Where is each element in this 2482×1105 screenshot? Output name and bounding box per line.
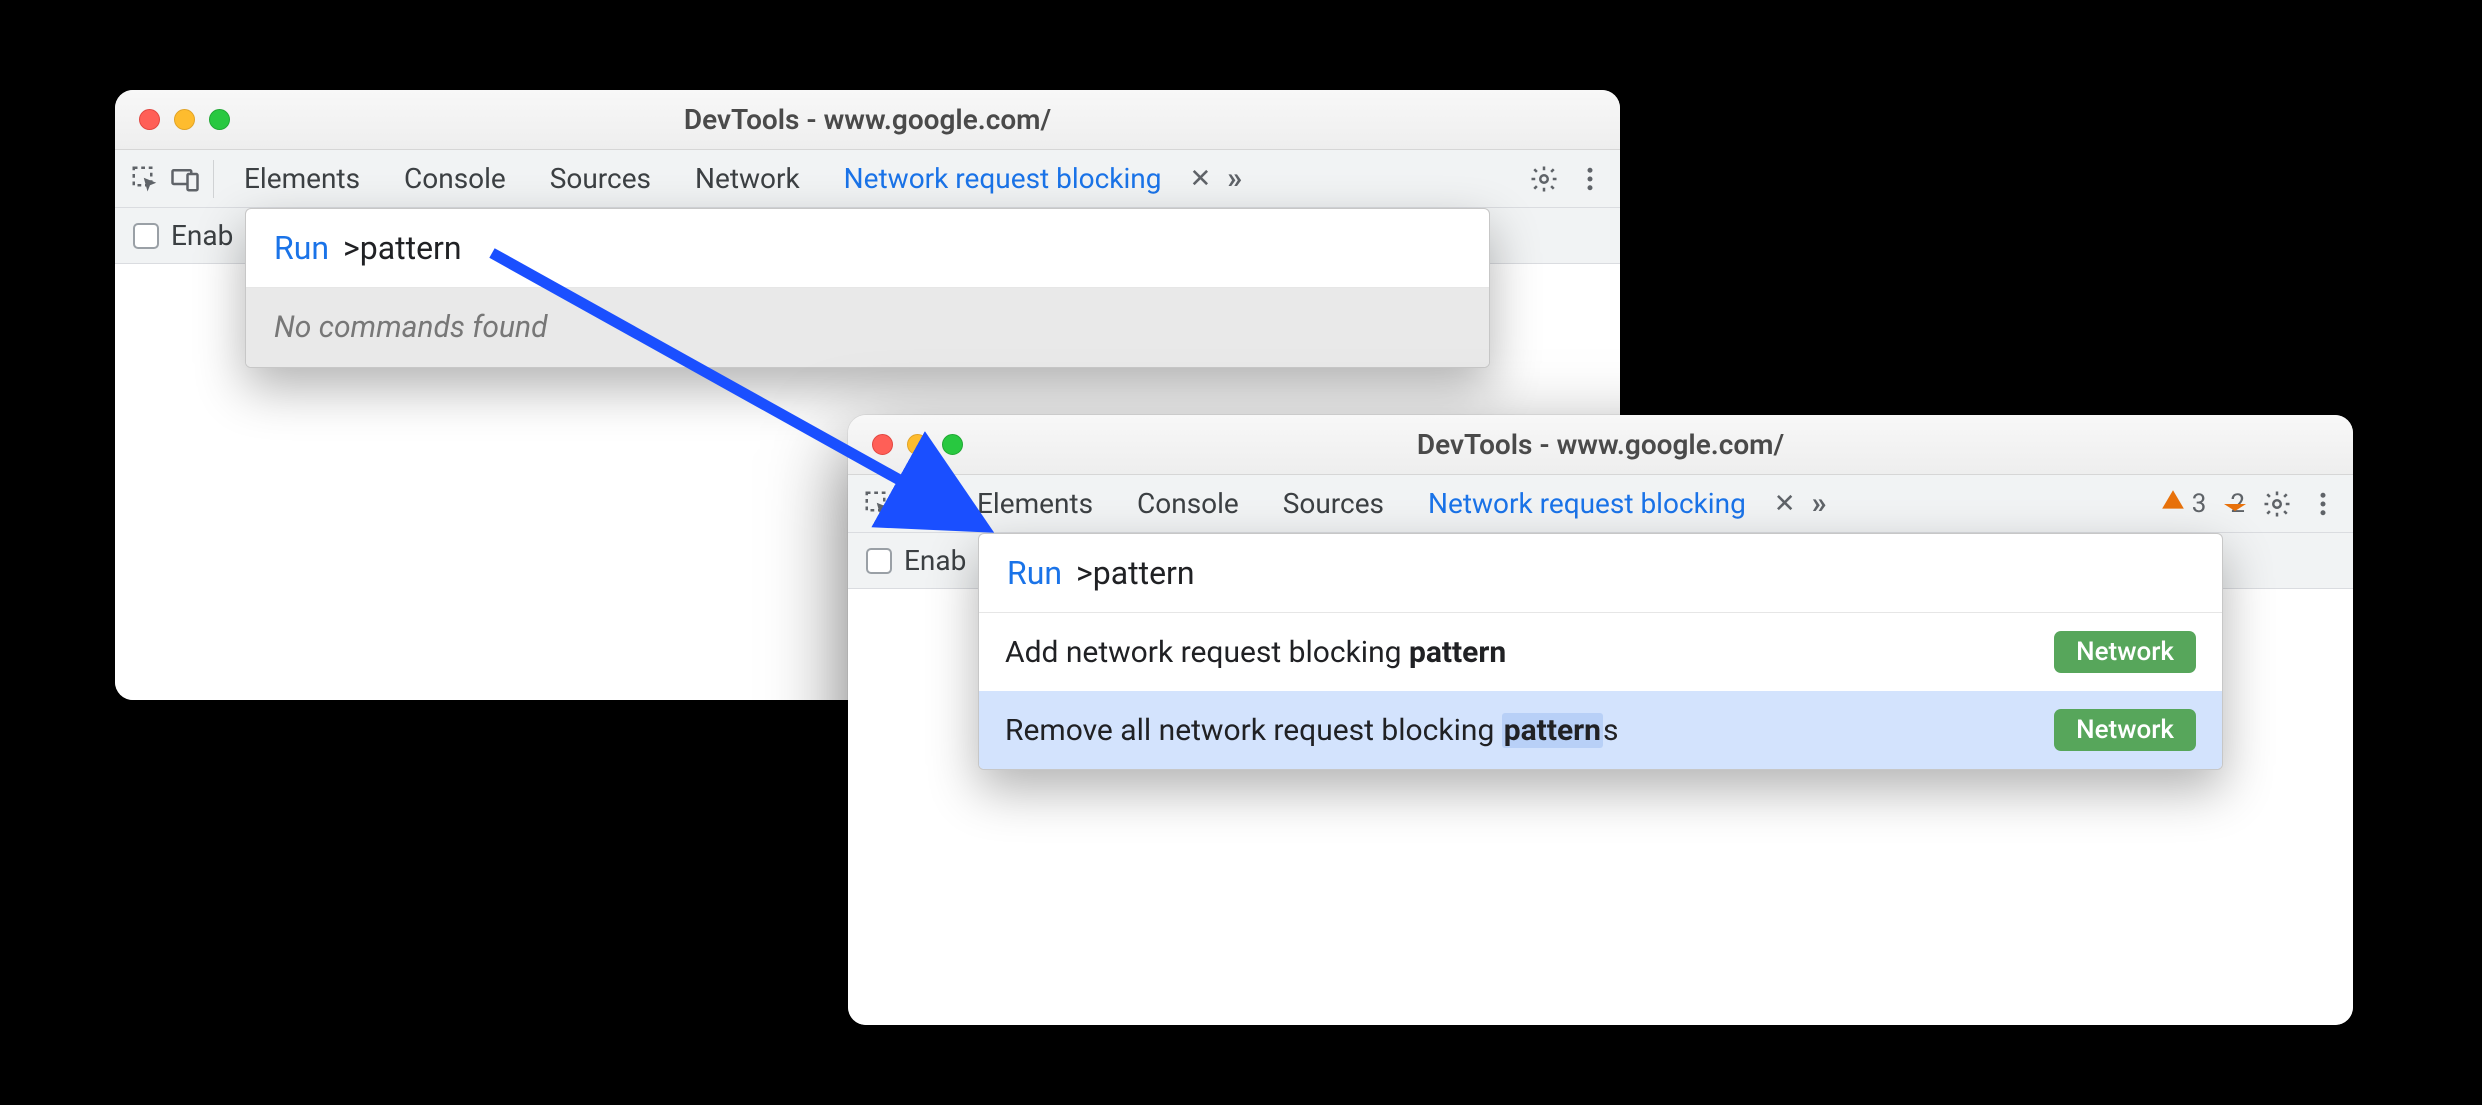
minimize-window-button[interactable] [907,434,928,455]
devtools-window-after: DevTools - www.google.com/ Elements Cons… [848,415,2353,1025]
zoom-window-button[interactable] [942,434,963,455]
tab-console[interactable]: Console [1115,475,1261,532]
tab-sources[interactable]: Sources [1261,475,1406,532]
window-title: DevTools - www.google.com/ [848,428,2353,461]
more-tabs-icon[interactable]: » [1217,161,1249,196]
command-palette: Run >pattern No commands found [245,208,1490,368]
tab-network-request-blocking[interactable]: Network request blocking [1406,475,1768,532]
devtools-toolbar: Elements Console Sources Network Network… [115,150,1620,208]
command-palette-input[interactable]: Run >pattern [979,534,2222,612]
kebab-menu-icon[interactable] [2303,484,2343,524]
command-item-remove-all-patterns[interactable]: Remove all network request blocking patt… [979,691,2222,769]
device-toggle-icon[interactable] [898,484,938,524]
tab-network[interactable]: Network [673,150,822,207]
enable-blocking-checkbox[interactable] [133,223,159,249]
device-toggle-icon[interactable] [165,159,205,199]
separator [946,485,947,523]
titlebar: DevTools - www.google.com/ [848,415,2353,475]
command-palette-input[interactable]: Run >pattern [246,209,1489,287]
more-tabs-icon[interactable]: » [1802,486,1834,521]
run-prompt-label: Run [1007,554,1062,592]
close-window-button[interactable] [872,434,893,455]
warning-triangle-icon [2160,487,2186,520]
tab-elements[interactable]: Elements [955,475,1115,532]
window-title: DevTools - www.google.com/ [115,103,1620,136]
command-palette-query: >pattern [1076,554,1195,592]
command-palette-query: >pattern [343,229,462,267]
warnings-badge[interactable]: 3 [2154,487,2213,520]
tab-network-request-blocking[interactable]: Network request blocking [822,150,1184,207]
traffic-lights [872,434,963,455]
zoom-window-button[interactable] [209,109,230,130]
close-tab-icon[interactable]: ✕ [1183,164,1217,194]
inspect-element-icon[interactable] [125,159,165,199]
separator [213,160,214,198]
command-item-label: Remove all network request blocking patt… [1005,713,1618,748]
tab-elements[interactable]: Elements [222,150,382,207]
traffic-lights [139,109,230,130]
command-item-label: Add network request blocking pattern [1005,635,1506,670]
command-category-badge: Network [2054,631,2196,673]
settings-icon[interactable] [1524,159,1564,199]
command-palette-empty: No commands found [246,288,1489,367]
tab-sources[interactable]: Sources [528,150,673,207]
titlebar: DevTools - www.google.com/ [115,90,1620,150]
enable-blocking-label-truncated: Enab [904,544,966,577]
command-category-badge: Network [2054,709,2196,751]
run-prompt-label: Run [274,229,329,267]
command-palette: Run >pattern Add network request blockin… [978,533,2223,770]
devtools-toolbar: Elements Console Sources Network request… [848,475,2353,533]
close-window-button[interactable] [139,109,160,130]
minimize-window-button[interactable] [174,109,195,130]
close-tab-icon[interactable]: ✕ [1768,489,1802,519]
tab-console[interactable]: Console [382,150,528,207]
enable-blocking-checkbox[interactable] [866,548,892,574]
kebab-menu-icon[interactable] [1570,159,1610,199]
inspect-element-icon[interactable] [858,484,898,524]
warnings-count: 3 [2192,489,2207,519]
issues-badge[interactable]: 2 [2218,489,2251,519]
settings-icon[interactable] [2257,484,2297,524]
enable-blocking-label-truncated: Enab [171,219,233,252]
command-item-add-pattern[interactable]: Add network request blocking pattern Net… [979,613,2222,691]
